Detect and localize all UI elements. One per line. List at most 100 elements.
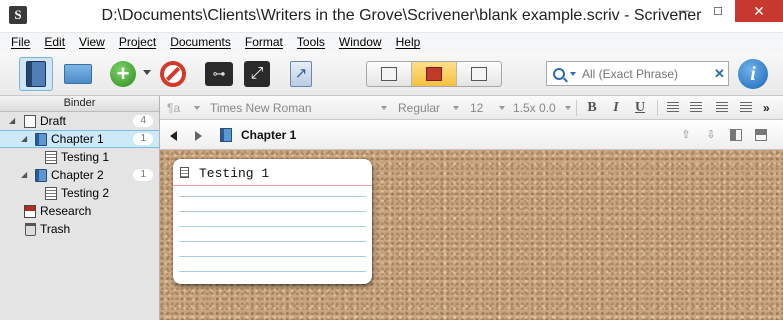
corkboard-view-button[interactable] — [412, 62, 457, 86]
menu-project[interactable]: Project — [119, 33, 156, 52]
binder-item-label: Chapter 1 — [51, 132, 104, 146]
weight-dropdown-caret-icon[interactable] — [453, 106, 459, 110]
close-button[interactable]: ✕ — [735, 0, 783, 22]
corkboard[interactable]: Testing 1 — [160, 150, 783, 320]
card-line — [179, 226, 366, 227]
binder-item-testing-2[interactable]: Testing 2 — [0, 184, 159, 202]
maximize-button[interactable]: ☐ — [701, 0, 735, 22]
window-title: D:\Documents\Clients\Writers in the Grov… — [101, 7, 702, 24]
binder-item-trash[interactable]: Trash — [0, 220, 159, 238]
size-dropdown-caret-icon[interactable] — [499, 106, 505, 110]
paragraph-style-selector[interactable]: ¶a — [167, 100, 180, 116]
menu-file[interactable]: File — [11, 33, 30, 52]
separator — [657, 100, 658, 116]
card-line — [179, 196, 366, 197]
project-folder-button[interactable] — [61, 57, 95, 91]
font-size-selector[interactable]: 12 — [470, 100, 483, 116]
project-search-box: ✕ — [546, 61, 729, 86]
binder-item-label: Chapter 2 — [51, 168, 104, 182]
binder-item-label: Testing 2 — [61, 186, 110, 200]
card-line — [179, 241, 366, 242]
keywords-button[interactable]: ⊶ — [202, 57, 236, 91]
inspector-info-button[interactable]: i — [738, 59, 768, 89]
card-line — [179, 271, 366, 272]
menu-edit[interactable]: Edit — [44, 33, 65, 52]
binder-item-label: Draft — [40, 114, 67, 128]
forward-arrow-icon[interactable] — [195, 131, 202, 141]
align-right-icon[interactable] — [740, 102, 752, 113]
font-weight-selector[interactable]: Regular — [398, 100, 440, 116]
align-center-icon[interactable] — [690, 102, 702, 113]
binder-item-testing-1[interactable]: Testing 1 — [0, 148, 159, 166]
index-card-title[interactable]: Testing 1 — [199, 166, 269, 181]
key-icon: ⊶ — [205, 62, 233, 86]
binder-item-research[interactable]: Research — [0, 202, 159, 220]
more-formatting-chevron-icon[interactable]: » — [763, 100, 770, 116]
window-controls: — ☐ ✕ — [667, 0, 783, 22]
document-icon — [45, 151, 57, 164]
move-to-trash-button[interactable] — [156, 57, 190, 91]
minimize-button[interactable]: — — [667, 0, 701, 22]
binder-item-chapter-1[interactable]: ◢ Chapter 1 1 — [0, 130, 159, 148]
scrivenings-view-button[interactable] — [367, 62, 412, 86]
composition-mode-button[interactable]: ⤢ — [240, 57, 274, 91]
line-spacing-selector[interactable]: 1.5x 0.0 — [513, 100, 556, 116]
search-options-caret-icon[interactable] — [570, 71, 576, 76]
search-input[interactable] — [582, 66, 710, 81]
split-vertical-icon[interactable] — [730, 129, 742, 141]
menu-tools[interactable]: Tools — [297, 33, 325, 52]
back-arrow-icon[interactable] — [170, 131, 177, 141]
underline-button[interactable]: U — [631, 99, 649, 117]
outliner-view-button[interactable] — [457, 62, 501, 86]
previous-document-icon[interactable]: ⇧ — [680, 129, 692, 141]
trash-icon — [25, 223, 36, 236]
document-icon — [45, 187, 57, 200]
menu-documents[interactable]: Documents — [170, 33, 231, 52]
research-icon — [24, 205, 36, 218]
binder-item-chapter-2[interactable]: ◢ Chapter 2 1 — [0, 166, 159, 184]
expand-triangle-icon[interactable]: ◢ — [21, 131, 27, 147]
binder-item-label: Research — [40, 204, 92, 218]
style-dropdown-caret-icon[interactable] — [194, 106, 200, 110]
item-count-badge: 1 — [133, 169, 153, 181]
font-dropdown-caret-icon[interactable] — [381, 106, 387, 110]
index-card[interactable]: Testing 1 — [173, 159, 372, 284]
binder-icon — [26, 61, 46, 87]
menu-help[interactable]: Help — [396, 33, 421, 52]
compile-icon: ↗ — [290, 61, 312, 87]
search-icon[interactable] — [553, 67, 565, 80]
main-toolbar: + ⊶ ⤢ ↗ ✕ i — [0, 52, 783, 96]
bold-button[interactable]: B — [583, 99, 601, 117]
editor-document-title[interactable]: Chapter 1 — [241, 128, 296, 142]
view-mode-selector — [366, 61, 502, 87]
compile-button[interactable]: ↗ — [284, 57, 318, 91]
card-line — [179, 256, 366, 257]
justify-icon[interactable] — [716, 102, 728, 113]
next-document-icon[interactable]: ⇩ — [705, 129, 717, 141]
item-count-badge: 1 — [133, 133, 153, 145]
expand-triangle-icon[interactable]: ◢ — [9, 112, 15, 130]
corkboard-icon — [426, 67, 442, 81]
split-horizontal-icon[interactable] — [755, 129, 767, 141]
separator — [576, 100, 577, 116]
add-icon: + — [110, 61, 136, 87]
expand-triangle-icon[interactable]: ◢ — [21, 166, 27, 184]
align-left-icon[interactable] — [667, 102, 679, 113]
italic-button[interactable]: I — [607, 99, 625, 117]
add-dropdown-arrow-icon[interactable] — [143, 70, 151, 75]
clear-search-icon[interactable]: ✕ — [714, 66, 725, 82]
binder-item-draft[interactable]: ◢ Draft 4 — [0, 112, 159, 130]
spacing-dropdown-caret-icon[interactable] — [565, 106, 571, 110]
menu-window[interactable]: Window — [339, 33, 382, 52]
font-family-selector[interactable]: Times New Roman — [210, 100, 312, 116]
format-bar: ¶a Times New Roman Regular 12 1.5x 0.0 B… — [160, 96, 783, 120]
add-item-button[interactable]: + — [106, 57, 140, 91]
outliner-icon — [471, 67, 487, 81]
binder-panel: Binder ◢ Draft 4 ◢ Chapter 1 1 Testing 1… — [0, 96, 160, 320]
menu-format[interactable]: Format — [245, 33, 283, 52]
binder-toggle-button[interactable] — [19, 57, 53, 91]
menu-view[interactable]: View — [79, 33, 105, 52]
folder-icon[interactable] — [220, 128, 232, 142]
folder-icon — [64, 64, 92, 84]
scrivenings-icon — [381, 67, 397, 81]
